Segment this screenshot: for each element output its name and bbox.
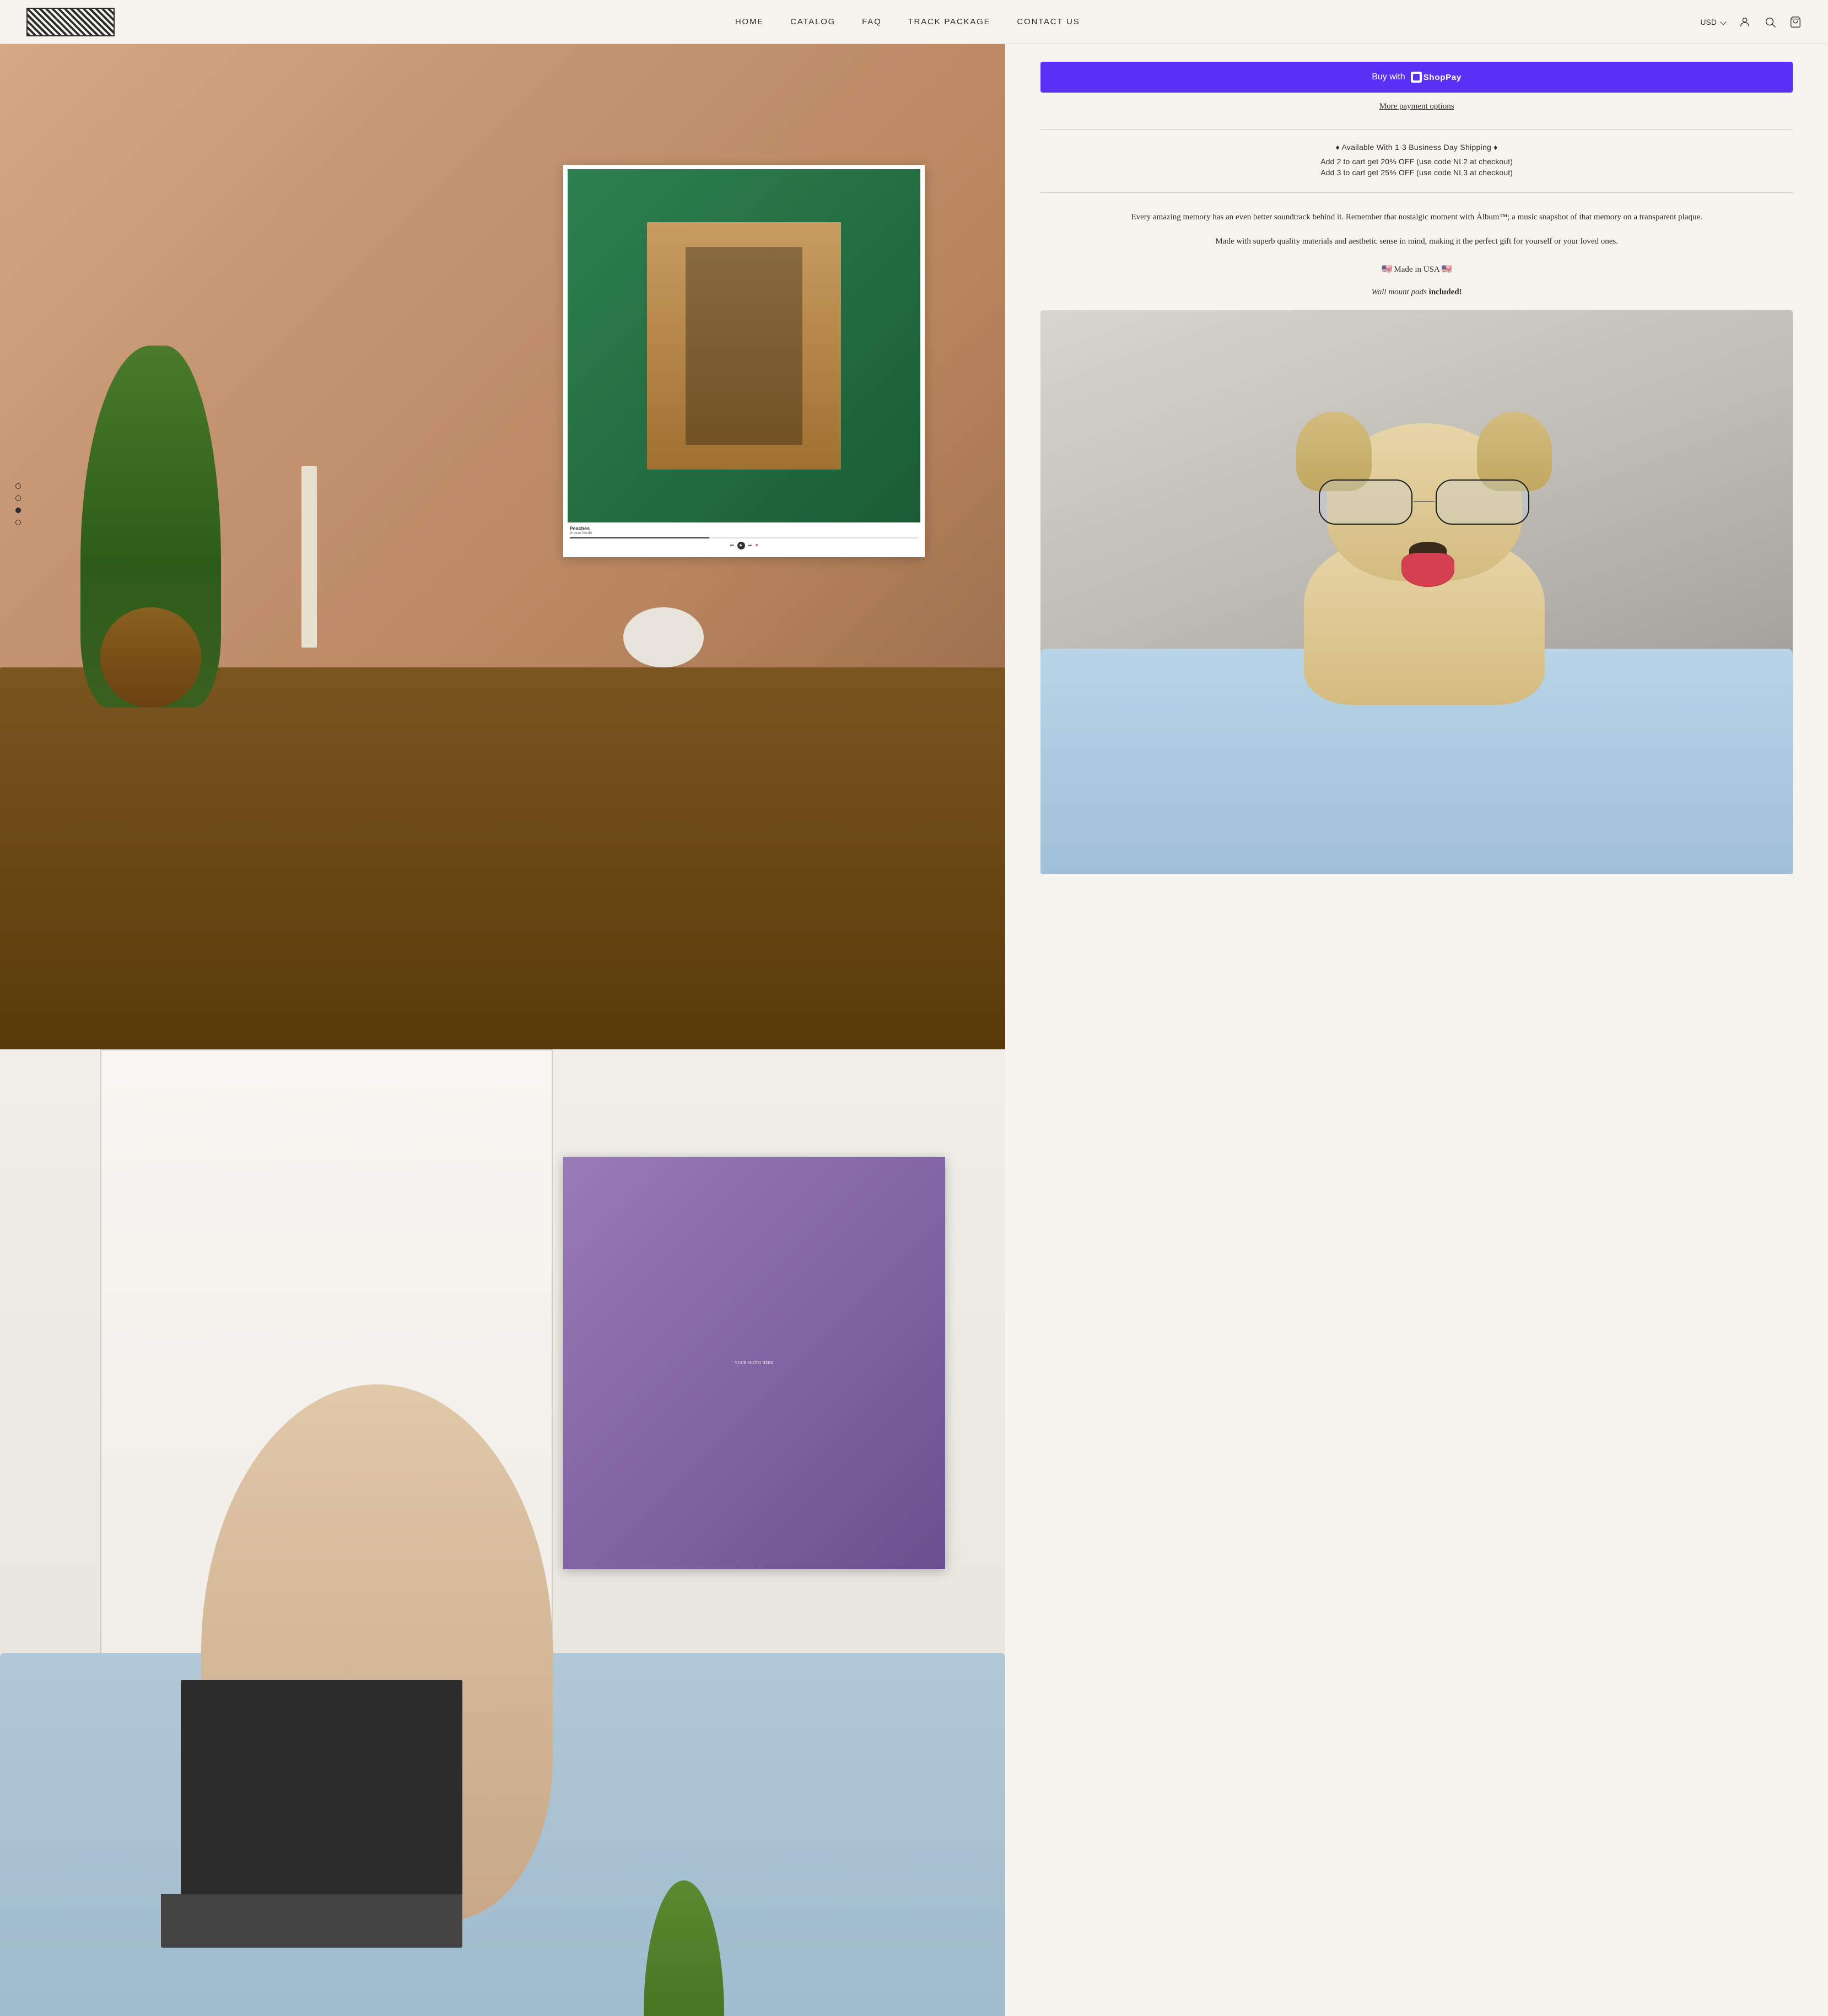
nav-home[interactable]: HOME (735, 17, 764, 26)
nav-contact-us[interactable]: CONTACT US (1017, 17, 1080, 26)
promo-line-2: Add 3 to cart get 25% OFF (use code NL3 … (1040, 168, 1793, 177)
nav-track-package[interactable]: TRACK PACKAGE (908, 17, 991, 26)
cart-icon (1789, 16, 1802, 28)
play-button: ▶ (737, 542, 745, 549)
page-content: Peaches Ariana Verdú ⏮ ▶ ⏭ ♥ (0, 0, 1828, 2016)
shop-logo-icon (1411, 72, 1422, 83)
more-payment-options-link[interactable]: More payment options (1379, 102, 1454, 111)
cart-icon-button[interactable] (1789, 16, 1802, 28)
dog-glasses (1319, 479, 1529, 525)
search-icon-button[interactable] (1764, 16, 1776, 28)
image-indicators (15, 483, 21, 525)
music-card-artist: Ariana Verdú (570, 531, 919, 535)
currency-selector[interactable]: USD (1700, 18, 1725, 26)
search-icon (1764, 16, 1776, 28)
dog-tongue (1401, 553, 1454, 586)
description-paragraph-2: Made with superb quality materials and a… (1040, 235, 1793, 249)
indicator-dot-2[interactable] (15, 508, 21, 513)
header-actions: USD (1700, 16, 1802, 28)
logo[interactable] (26, 8, 115, 36)
indicator-dot-1[interactable] (15, 495, 21, 501)
product-description: Every amazing memory has an even better … (1040, 211, 1793, 249)
wall-mount-included: included! (1429, 288, 1462, 297)
music-card-progress-fill (570, 537, 709, 538)
product-panel: Buy with ShopPay More payment options ♦ … (1005, 44, 1828, 2016)
buy-with-label: Buy with (1372, 72, 1405, 82)
shopify-pay-logo: ShopPay (1411, 72, 1462, 83)
main-nav: HOME CATALOG FAQ TRACK PACKAGE CONTACT U… (735, 17, 1080, 26)
music-card-title: Peaches (570, 526, 919, 531)
user-icon-button[interactable] (1739, 16, 1751, 28)
dog-ear-left (1296, 412, 1371, 490)
skip-forward-icon: ⏭ (748, 543, 752, 548)
image-gallery: Peaches Ariana Verdú ⏮ ▶ ⏭ ♥ (0, 44, 1005, 2016)
tap-to-play-photo: YOUR PHOTO HERE (568, 1161, 941, 1534)
nav-catalog[interactable]: CATALOG (790, 17, 835, 26)
gallery-image-1: Peaches Ariana Verdú ⏮ ▶ ⏭ ♥ (0, 44, 1005, 1049)
shop-pay-wordmark: ShopPay (1423, 73, 1462, 82)
promo-section: ♦ Available With 1-3 Business Day Shippi… (1040, 129, 1793, 193)
dog-ear-right (1477, 412, 1552, 490)
site-header: HOME CATALOG FAQ TRACK PACKAGE CONTACT U… (0, 0, 1828, 44)
music-card-photo (568, 169, 921, 522)
music-card-tap-to-play: YOUR PHOTO HERE Tap To Play Left Corner … (563, 1157, 945, 1569)
room-peaches-image: Peaches Ariana Verdú ⏮ ▶ ⏭ ♥ (0, 44, 1005, 1049)
indicator-dot-3[interactable] (15, 520, 21, 525)
product-lifestyle-image-dog (1040, 310, 1793, 874)
heart-icon: ♥ (756, 543, 758, 548)
music-card-controls: ⏮ ▶ ⏭ ♥ (570, 541, 919, 552)
promo-line-1: Add 2 to cart get 20% OFF (use code NL2 … (1040, 157, 1793, 166)
music-card-peaches: Peaches Ariana Verdú ⏮ ▶ ⏭ ♥ (563, 165, 925, 557)
wall-mount-info: Wall mount pads included! (1040, 288, 1793, 297)
music-card-info: Peaches Ariana Verdú ⏮ ▶ ⏭ ♥ (568, 522, 921, 553)
shopify-pay-button[interactable]: Buy with ShopPay (1040, 62, 1793, 93)
user-icon (1739, 16, 1751, 28)
nav-faq[interactable]: FAQ (862, 17, 881, 26)
gallery-image-2: YOUR PHOTO HERE Tap To Play Left Corner … (0, 1049, 1005, 2016)
description-paragraph-1: Every amazing memory has an even better … (1040, 211, 1793, 225)
made-in-usa-badge: 🇺🇸 Made in USA 🇺🇸 (1040, 264, 1793, 274)
more-payment-options: More payment options (1040, 101, 1793, 111)
skip-back-icon: ⏮ (730, 543, 734, 548)
indicator-dot-0[interactable] (15, 483, 21, 489)
shipping-badge: ♦ Available With 1-3 Business Day Shippi… (1040, 143, 1793, 152)
currency-chevron-icon (1720, 19, 1726, 25)
music-card-progress-bar (570, 537, 919, 538)
room-person-image: YOUR PHOTO HERE Tap To Play Left Corner … (0, 1049, 1005, 2016)
